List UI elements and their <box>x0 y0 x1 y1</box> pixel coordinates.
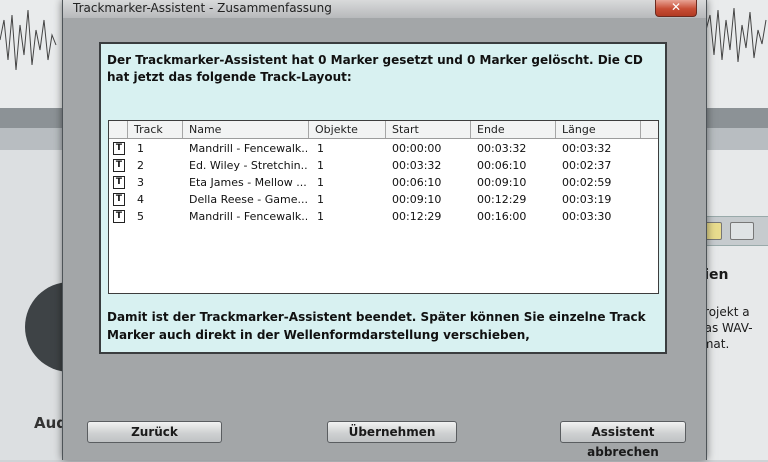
column-header-ende[interactable]: Ende <box>471 121 556 138</box>
cell-ende: 00:12:29 <box>477 193 527 206</box>
cell-laenge: 00:03:32 <box>562 142 612 155</box>
bars-icon[interactable] <box>730 222 754 240</box>
dialog-title: Trackmarker-Assistent - Zusammenfassung <box>73 1 332 15</box>
track-list[interactable]: Track Name Objekte Start Ende Länge T 1 … <box>108 120 659 294</box>
cell-ende: 00:03:32 <box>477 142 527 155</box>
track-row[interactable]: T 2 Ed. Wiley - Stretchin... 1 00:03:32 … <box>109 157 658 174</box>
apply-button[interactable]: Übernehmen <box>327 421 457 443</box>
cell-track: 3 <box>137 176 144 189</box>
cell-name: Eta James - Mellow ... <box>189 176 307 189</box>
summary-panel: Der Trackmarker-Assistent hat 0 Marker g… <box>99 42 667 354</box>
track-row[interactable]: T 3 Eta James - Mellow ... 1 00:06:10 00… <box>109 174 658 191</box>
back-button[interactable]: Zurück <box>87 421 222 443</box>
dialog-titlebar[interactable]: Trackmarker-Assistent - Zusammenfassung … <box>63 0 706 18</box>
cell-start: 00:03:32 <box>392 159 442 172</box>
trackmarker-dialog: Trackmarker-Assistent - Zusammenfassung … <box>62 0 707 460</box>
cell-name: Mandrill - Fencewalk... <box>189 210 307 223</box>
cell-objekte: 1 <box>317 210 324 223</box>
track-list-header: Track Name Objekte Start Ende Länge <box>109 121 658 139</box>
column-header-icon[interactable] <box>109 121 128 138</box>
cell-start: 00:00:00 <box>392 142 442 155</box>
cancel-wizard-button[interactable]: Assistent abbrechen <box>560 421 686 459</box>
cell-ende: 00:09:10 <box>477 176 527 189</box>
cell-track: 4 <box>137 193 144 206</box>
cell-track: 5 <box>137 210 144 223</box>
cell-laenge: 00:02:37 <box>562 159 612 172</box>
cell-name: Mandrill - Fencewalk... <box>189 142 307 155</box>
track-row[interactable]: T 4 Della Reese - Game... 1 00:09:10 00:… <box>109 191 658 208</box>
column-header-name[interactable]: Name <box>183 121 309 138</box>
column-header-track[interactable]: Track <box>128 121 183 138</box>
cell-objekte: 1 <box>317 142 324 155</box>
close-icon: ✕ <box>670 0 682 14</box>
column-header-start[interactable]: Start <box>386 121 471 138</box>
cell-track: 1 <box>137 142 144 155</box>
track-icon: T <box>113 159 125 172</box>
cell-ende: 00:06:10 <box>477 159 527 172</box>
track-icon: T <box>113 193 125 206</box>
cell-ende: 00:16:00 <box>477 210 527 223</box>
track-rows: T 1 Mandrill - Fencewalk... 1 00:00:00 0… <box>109 140 658 225</box>
cell-start: 00:12:29 <box>392 210 442 223</box>
close-button[interactable]: ✕ <box>655 0 697 17</box>
column-header-objekte[interactable]: Objekte <box>309 121 386 138</box>
track-row[interactable]: T 1 Mandrill - Fencewalk... 1 00:00:00 0… <box>109 140 658 157</box>
cell-name: Ed. Wiley - Stretchin... <box>189 159 307 172</box>
cell-laenge: 00:03:30 <box>562 210 612 223</box>
cell-start: 00:09:10 <box>392 193 442 206</box>
track-icon: T <box>113 142 125 155</box>
cell-laenge: 00:03:19 <box>562 193 612 206</box>
track-row[interactable]: T 5 Mandrill - Fencewalk... 1 00:12:29 0… <box>109 208 658 225</box>
summary-header-text: Der Trackmarker-Assistent hat 0 Marker g… <box>107 53 643 84</box>
track-icon: T <box>113 176 125 189</box>
cell-start: 00:06:10 <box>392 176 442 189</box>
column-header-laenge[interactable]: Länge <box>556 121 641 138</box>
cell-objekte: 1 <box>317 176 324 189</box>
cell-objekte: 1 <box>317 159 324 172</box>
cell-laenge: 00:02:59 <box>562 176 612 189</box>
summary-footer-text: Damit ist der Trackmarker-Assistent been… <box>107 310 646 342</box>
cell-track: 2 <box>137 159 144 172</box>
cell-name: Della Reese - Game... <box>189 193 307 206</box>
track-icon: T <box>113 210 125 223</box>
cell-objekte: 1 <box>317 193 324 206</box>
